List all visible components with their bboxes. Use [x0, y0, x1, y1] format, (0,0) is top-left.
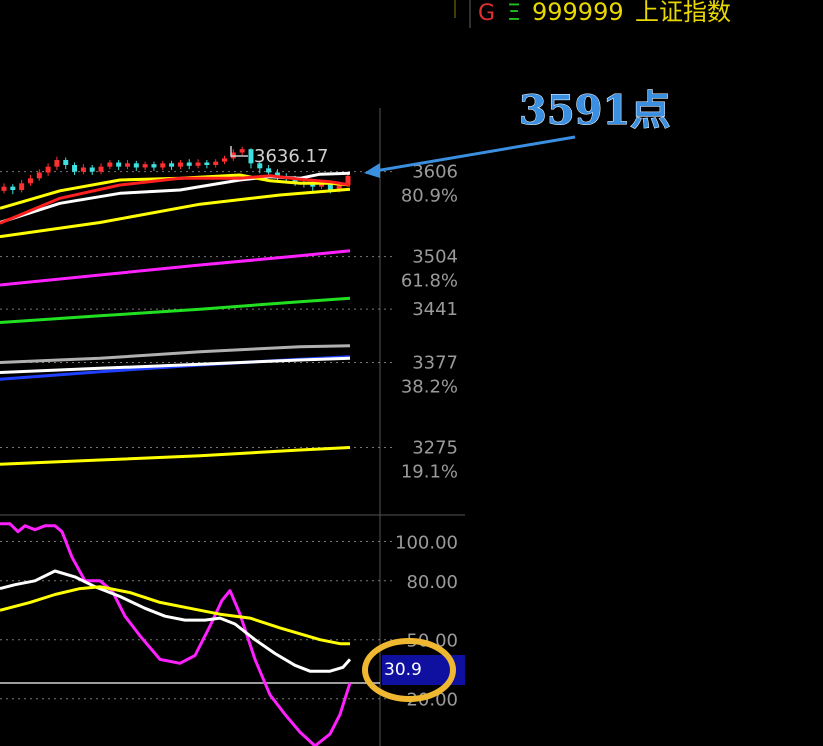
price-series-line: [0, 296, 351, 324]
header-g-label: G: [478, 1, 495, 26]
oscillator-tick-label: 80.00: [406, 572, 458, 593]
candle-body: [89, 167, 95, 172]
candle-body: [204, 162, 210, 165]
candle-body: [213, 161, 219, 165]
header-code[interactable]: 999999: [532, 0, 624, 26]
header: G Ξ 999999 上证指数: [454, 0, 731, 28]
peak-marker: 3636.17: [230, 146, 328, 167]
candle-body: [72, 165, 78, 172]
header-name[interactable]: 上证指数: [635, 0, 731, 26]
annotation-arrow-line: [374, 135, 576, 173]
candle-body: [116, 162, 122, 167]
fib-ratio-label: 38.2%: [401, 377, 458, 398]
moving-average-lines: [0, 171, 351, 466]
price-level-label: 3377: [412, 353, 458, 374]
oscillator-tick-label: 100.00: [395, 532, 458, 553]
price-series-line: [0, 446, 351, 466]
candle-body: [27, 178, 33, 184]
candle-body: [239, 149, 245, 153]
candle-body: [248, 149, 254, 164]
oscillator-series-line: [0, 585, 350, 646]
candle-body: [266, 168, 272, 173]
candle-body: [1, 186, 7, 191]
header-eq-label: Ξ: [507, 1, 521, 26]
peak-label: 3636.17: [254, 146, 328, 167]
chart-stage: G Ξ 999999 上证指数 360680.9%350461.8%344133…: [0, 0, 731, 746]
candle-body: [80, 167, 86, 172]
price-series-line: [0, 249, 351, 287]
candle-body: [10, 186, 16, 190]
price-series-line: [0, 187, 351, 239]
fib-ratio-label: 80.9%: [401, 186, 458, 207]
annotation-arrow-head: [364, 163, 380, 178]
candle-body: [63, 160, 69, 165]
candle-body: [124, 163, 130, 167]
price-level-label: 3504: [412, 247, 458, 268]
fib-ratio-label: 61.8%: [401, 271, 458, 292]
candle-body: [151, 164, 157, 168]
price-level-label: 3275: [412, 438, 458, 459]
candle-body: [45, 166, 51, 173]
fib-ratio-label: 19.1%: [401, 462, 458, 483]
candle-body: [19, 183, 25, 190]
candle-body: [107, 162, 113, 167]
price-level-labels: 360680.9%350461.8%3441337738.2%327519.1%: [401, 162, 458, 483]
candle-body: [160, 163, 166, 168]
candle-body: [222, 158, 228, 162]
annotation: 3591点: [364, 87, 671, 178]
candle-body: [142, 164, 148, 168]
price-level-label: 3441: [412, 299, 458, 320]
candle-body: [98, 166, 104, 172]
annotation-text: 3591点: [519, 87, 670, 134]
candle-body: [54, 160, 60, 167]
oscillator-series-line: [0, 522, 352, 746]
candle-body: [133, 163, 139, 168]
candle-body: [186, 162, 192, 166]
candle-body: [36, 172, 42, 179]
oscillator-lines: [0, 522, 352, 746]
candle-body: [169, 163, 175, 167]
current-value-text: 30.9: [384, 660, 422, 680]
candle-body: [177, 162, 183, 167]
oscillator-series-line: [0, 569, 352, 673]
candle-body: [195, 162, 201, 166]
